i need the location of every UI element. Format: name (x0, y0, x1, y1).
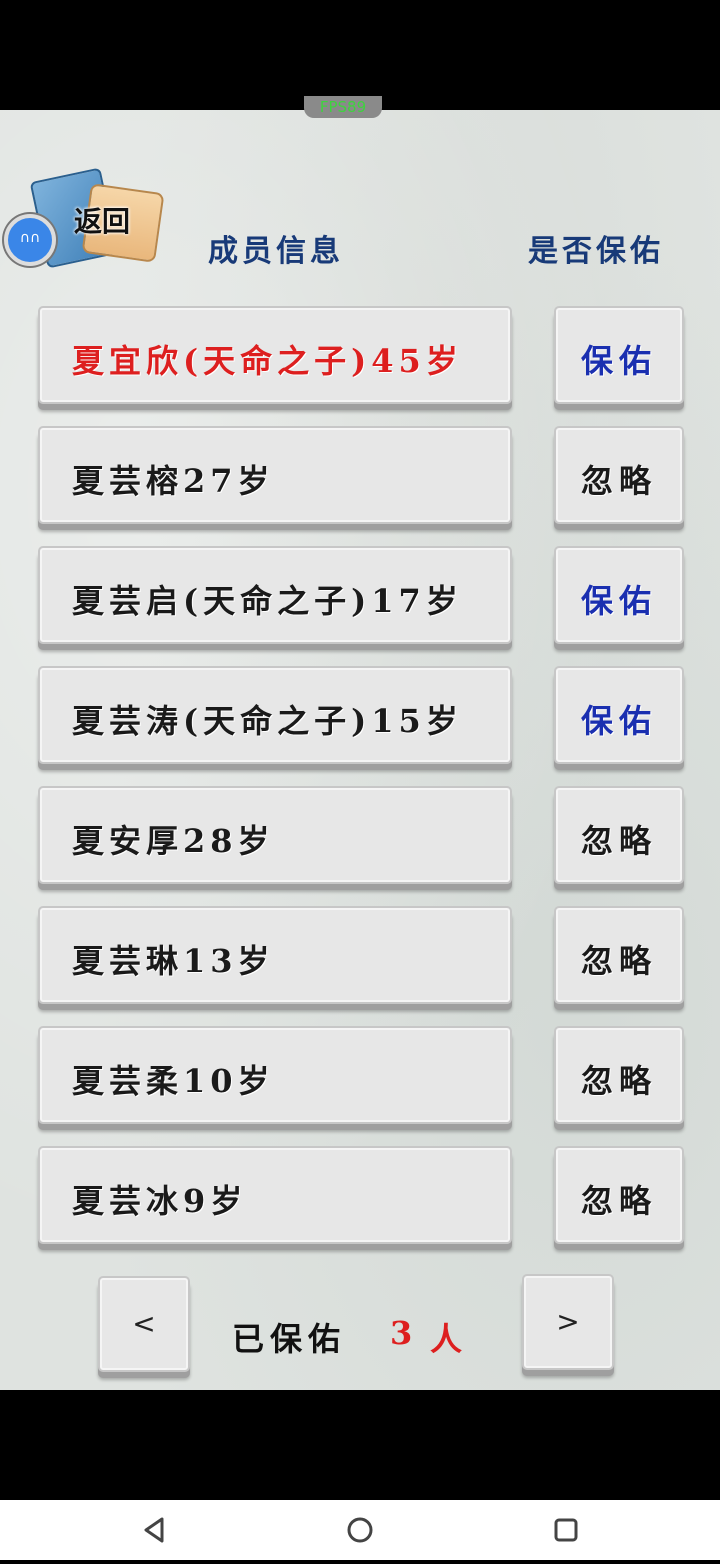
blessed-count-value: 3 (390, 1314, 419, 1352)
bless-header: 是否保佑 (528, 234, 664, 269)
bless-toggle-label: 忽略 (580, 822, 657, 860)
status-bar-area (0, 0, 720, 110)
bless-toggle-label: 忽略 (580, 942, 657, 980)
system-nav-bar (0, 1500, 720, 1560)
assist-bubble-icon[interactable]: ∩∩ (4, 214, 56, 266)
bless-toggle-label: 忽略 (580, 462, 657, 500)
bless-toggle-button[interactable]: 忽略 (554, 426, 684, 524)
triangle-back-icon[interactable] (124, 1500, 184, 1560)
bless-toggle-button[interactable]: 忽略 (554, 1146, 684, 1244)
bless-toggle-label: 保佑 (580, 702, 657, 740)
next-page-button[interactable]: > (522, 1274, 614, 1370)
member-name: 夏芸冰9岁 (72, 1182, 248, 1220)
bless-toggle-button[interactable]: 忽略 (554, 1026, 684, 1124)
bless-toggle-label: 忽略 (580, 1062, 657, 1100)
square-recents-icon[interactable] (536, 1500, 596, 1560)
bless-toggle-button[interactable]: 保佑 (554, 306, 684, 404)
member-name: 夏芸榕27岁 (72, 462, 275, 500)
member-info-header: 成员信息 (208, 234, 344, 269)
bless-toggle-label: 保佑 (580, 342, 657, 380)
bless-toggle-label: 保佑 (580, 582, 657, 620)
bless-toggle-button[interactable]: 忽略 (554, 906, 684, 1004)
member-name-button[interactable]: 夏芸启(天命之子)17岁 (38, 546, 512, 644)
member-name-button[interactable]: 夏芸琳13岁 (38, 906, 512, 1004)
blessed-count-label: 已保佑 (232, 1320, 347, 1358)
prev-page-button[interactable]: < (98, 1276, 190, 1372)
circle-home-icon[interactable] (330, 1500, 390, 1560)
member-name: 夏芸启(天命之子)17岁 (72, 582, 463, 620)
bless-toggle-button[interactable]: 忽略 (554, 786, 684, 884)
bless-toggle-label: 忽略 (580, 1182, 657, 1220)
member-name-button[interactable]: 夏芸冰9岁 (38, 1146, 512, 1244)
game-screen: ∩∩ 返回 成员信息 是否保佑 夏宜欣(天命之子)45岁 保佑 夏芸榕27岁 忽… (0, 110, 720, 1390)
member-name-button[interactable]: 夏芸榕27岁 (38, 426, 512, 524)
fps-counter: FPS89 (304, 96, 382, 118)
back-label: 返回 (74, 205, 131, 238)
member-name: 夏芸涛(天命之子)15岁 (72, 702, 463, 740)
member-name-button[interactable]: 夏芸柔10岁 (38, 1026, 512, 1124)
member-name-button[interactable]: 夏安厚28岁 (38, 786, 512, 884)
member-name-button[interactable]: 夏芸涛(天命之子)15岁 (38, 666, 512, 764)
bless-toggle-button[interactable]: 保佑 (554, 546, 684, 644)
blessed-count-unit: 人 (430, 1320, 463, 1358)
member-name: 夏宜欣(天命之子)45岁 (72, 342, 463, 380)
back-button[interactable]: ∩∩ 返回 (0, 167, 170, 270)
member-name: 夏芸琳13岁 (72, 942, 275, 980)
bless-toggle-button[interactable]: 保佑 (554, 666, 684, 764)
member-name: 夏安厚28岁 (72, 822, 275, 860)
member-name-button[interactable]: 夏宜欣(天命之子)45岁 (38, 306, 512, 404)
letterbox-bottom (0, 1390, 720, 1500)
member-name: 夏芸柔10岁 (72, 1062, 275, 1100)
